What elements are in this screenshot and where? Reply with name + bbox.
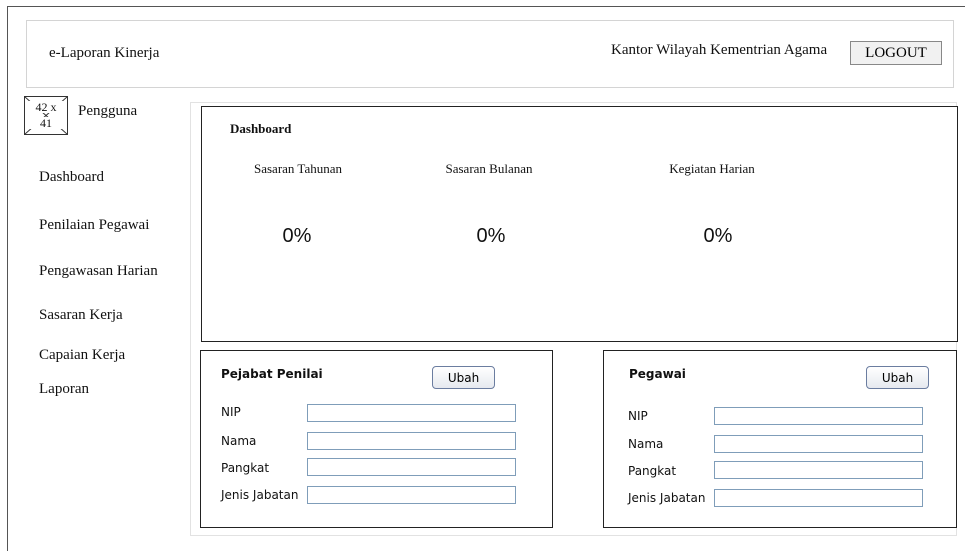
pegawai-nama-label: Nama: [628, 437, 664, 451]
pegawai-nip-field[interactable]: [714, 407, 923, 425]
pegawai-nama-field[interactable]: [714, 435, 923, 453]
pegawai-jenis-jabatan-label: Jenis Jabatan: [628, 491, 706, 505]
dashboard-panel: Dashboard Sasaran Tahunan 0% Sasaran Bul…: [201, 106, 958, 342]
organization-name: Kantor Wilayah Kementrian Agama: [611, 42, 828, 58]
metric-label-sasaran-tahunan: Sasaran Tahunan: [253, 161, 343, 176]
header-bar: e-Laporan Kinerja Kantor Wilayah Kementr…: [26, 20, 954, 88]
pejabat-pangkat-field[interactable]: [307, 458, 516, 476]
logout-button[interactable]: LOGOUT: [850, 41, 942, 65]
app-title: e-Laporan Kinerja: [49, 45, 160, 61]
metric-label-sasaran-bulanan: Sasaran Bulanan: [445, 161, 533, 176]
pejabat-jenis-jabatan-label: Jenis Jabatan: [221, 488, 299, 502]
metric-value-kegiatan-harian: 0%: [703, 225, 733, 247]
sidebar-item-laporan[interactable]: Laporan: [39, 381, 89, 398]
pejabat-nama-label: Nama: [221, 434, 257, 448]
metric-value-sasaran-bulanan: 0%: [476, 225, 506, 247]
pegawai-nip-label: NIP: [628, 409, 648, 423]
pejabat-pangkat-label: Pangkat: [221, 461, 270, 475]
pejabat-penilai-edit-button[interactable]: Ubah: [432, 366, 495, 389]
metric-value-sasaran-tahunan: 0%: [282, 225, 312, 247]
pegawai-title: Pegawai: [629, 367, 686, 381]
user-name: Pengguna: [78, 103, 138, 119]
pegawai-pangkat-label: Pangkat: [628, 464, 677, 478]
pegawai-panel: Pegawai Ubah NIP Nama Pangkat Jenis Jaba…: [603, 350, 957, 528]
sidebar-item-penilaian-pegawai[interactable]: Penilaian Pegawai: [39, 217, 149, 234]
pejabat-nip-label: NIP: [221, 405, 241, 419]
pejabat-penilai-panel: Pejabat Penilai Ubah NIP Nama Pangkat Je…: [200, 350, 553, 528]
avatar: 42 x 41: [24, 96, 68, 135]
avatar-size-label: 41: [25, 117, 67, 129]
metric-label-kegiatan-harian: Kegiatan Harian: [669, 161, 755, 176]
sidebar-item-capaian-kerja[interactable]: Capaian Kerja: [39, 347, 125, 364]
pejabat-jenis-jabatan-field[interactable]: [307, 486, 516, 504]
pegawai-pangkat-field[interactable]: [714, 461, 923, 479]
pegawai-edit-button[interactable]: Ubah: [866, 366, 929, 389]
pejabat-nip-field[interactable]: [307, 404, 516, 422]
pejabat-nama-field[interactable]: [307, 432, 516, 450]
sidebar-item-pengawasan-harian[interactable]: Pengawasan Harian: [39, 263, 158, 280]
pegawai-jenis-jabatan-field[interactable]: [714, 489, 923, 507]
dashboard-title: Dashboard: [230, 121, 292, 136]
sidebar-item-dashboard[interactable]: Dashboard: [39, 169, 104, 186]
sidebar-item-sasaran-kerja[interactable]: Sasaran Kerja: [39, 307, 123, 324]
pejabat-penilai-title: Pejabat Penilai: [221, 367, 323, 381]
avatar-size-label: 42 x: [25, 101, 67, 113]
